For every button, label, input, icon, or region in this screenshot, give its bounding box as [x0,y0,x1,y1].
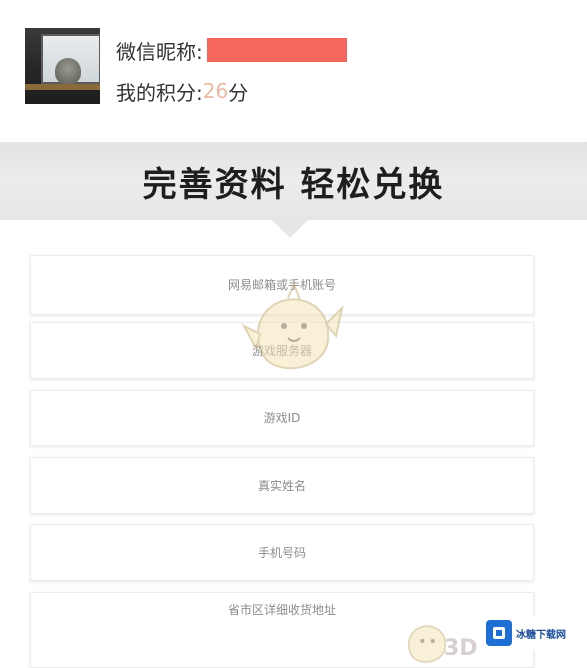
field-real-name[interactable] [30,457,534,514]
field-address[interactable] [30,592,534,668]
nickname-redaction [206,38,347,62]
address-input[interactable] [31,593,533,667]
phone-input[interactable] [31,525,533,580]
field-phone[interactable] [30,524,534,581]
site-logo-badge: 冰糖下载网 [484,616,584,650]
field-account[interactable] [30,255,534,315]
nickname-label: 微信昵称: [116,39,203,64]
points-row: 我的积分: 26 分 [116,77,248,105]
points-value: 26 [202,79,229,103]
banner-title: 完善资料 轻松兑换 [142,164,445,205]
profile-header: 微信昵称: 我的积分: 26 分 [0,0,587,140]
real-name-input[interactable] [31,458,533,513]
exchange-profile-page: 微信昵称: 我的积分: 26 分 完善资料 轻松兑换 网易邮箱或手机账号 游戏服… [0,0,587,668]
game-id-input[interactable] [31,391,533,445]
server-input[interactable] [31,323,533,378]
avatar-cat [55,58,81,84]
points-unit: 分 [228,80,249,105]
field-game-id[interactable] [30,390,534,446]
nickname-row: 微信昵称: [116,36,347,64]
banner-notch [272,220,308,238]
avatar-shelf [25,84,100,90]
field-server[interactable] [30,322,534,379]
banner: 完善资料 轻松兑换 [0,142,587,220]
avatar [25,28,100,104]
site-name: 冰糖下载网 [516,629,566,641]
points-label: 我的积分: [116,80,203,105]
account-input[interactable] [31,256,533,314]
site-logo-icon [486,620,512,646]
